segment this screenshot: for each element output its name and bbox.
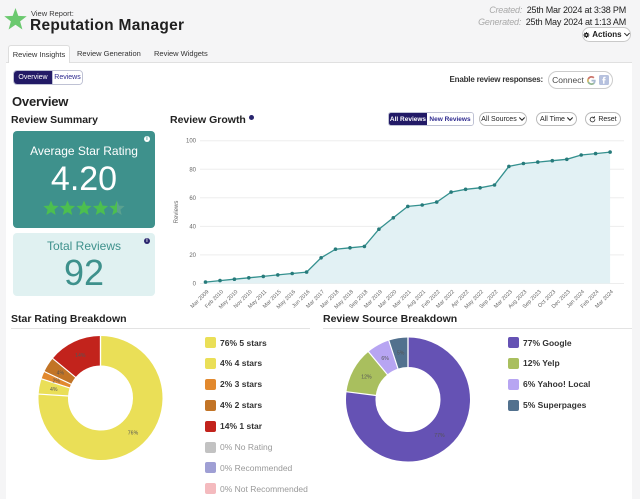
svg-text:6%: 6% bbox=[381, 356, 389, 362]
svg-text:2%: 2% bbox=[53, 379, 61, 385]
svg-text:60: 60 bbox=[189, 196, 196, 202]
svg-text:76%: 76% bbox=[128, 431, 139, 437]
svg-text:40: 40 bbox=[189, 224, 196, 230]
svg-text:4%: 4% bbox=[57, 371, 65, 377]
svg-text:4%: 4% bbox=[50, 387, 58, 393]
svg-text:100: 100 bbox=[186, 139, 197, 145]
svg-text:20: 20 bbox=[189, 253, 196, 259]
svg-text:12%: 12% bbox=[361, 375, 372, 381]
svg-text:5%: 5% bbox=[397, 351, 405, 357]
svg-text:0: 0 bbox=[193, 282, 197, 288]
svg-text:Reviews: Reviews bbox=[174, 201, 180, 224]
svg-text:77%: 77% bbox=[434, 433, 445, 439]
svg-text:80: 80 bbox=[189, 167, 196, 173]
svg-text:14%: 14% bbox=[75, 353, 86, 359]
